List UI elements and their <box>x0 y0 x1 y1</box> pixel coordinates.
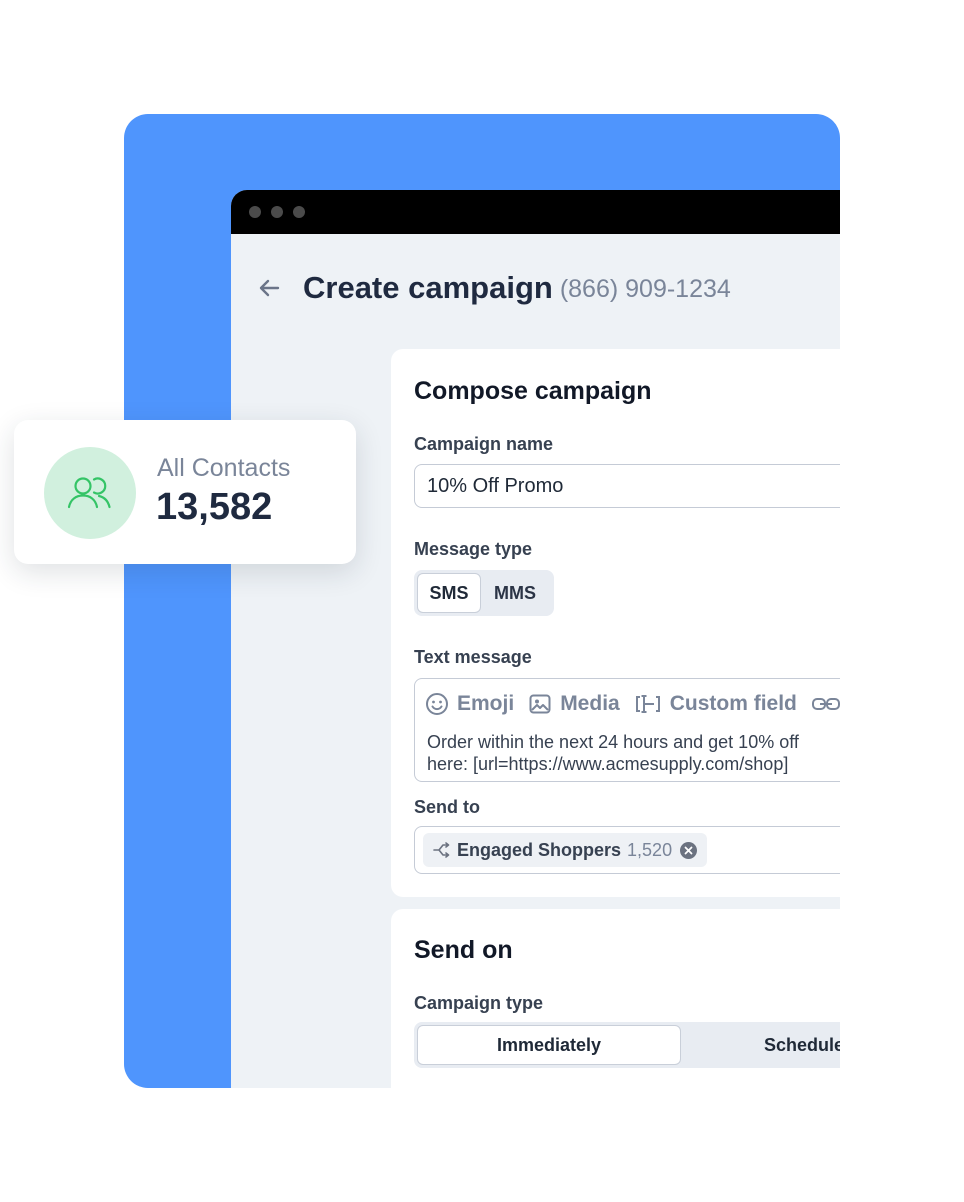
all-contacts-card: All Contacts 13,582 <box>14 420 356 564</box>
send-to-label: Send to <box>414 797 480 817</box>
custom-field-button[interactable]: Custom field <box>634 692 797 716</box>
page-header: Create campaign (866) 909-1234 <box>257 268 731 308</box>
back-arrow-icon[interactable] <box>257 276 281 300</box>
text-message-label: Text message <box>414 647 532 667</box>
app-window: Create campaign (866) 909-1234 Compose c… <box>231 190 840 1088</box>
image-icon <box>529 694 551 714</box>
emoji-icon <box>426 693 448 715</box>
page-title: Create campaign <box>303 270 553 305</box>
message-line-1: Order within the next 24 hours and get 1… <box>427 732 799 752</box>
send-to-input[interactable]: Engaged Shoppers 1,520 <box>414 826 840 874</box>
window-dot-close[interactable] <box>249 206 261 218</box>
link-icon <box>811 698 840 710</box>
campaign-type-schedule-button[interactable]: Schedule <box>764 1025 840 1065</box>
send-on-card: Send on Campaign type Immediately Schedu… <box>391 909 840 1088</box>
users-icon <box>67 477 111 509</box>
campaign-type-label: Campaign type <box>414 993 544 1013</box>
window-dot-minimize[interactable] <box>271 206 283 218</box>
window-titlebar <box>231 190 840 234</box>
message-type-sms-button[interactable]: SMS <box>417 573 481 613</box>
text-message-content: Order within the next 24 hours and get 1… <box>427 731 840 775</box>
media-button[interactable]: Media <box>528 692 620 716</box>
custom-field-icon <box>635 695 660 713</box>
window-dot-maximize[interactable] <box>293 206 305 218</box>
all-contacts-count: 13,582 <box>156 486 273 528</box>
campaign-type-immediately-button[interactable]: Immediately <box>417 1025 681 1065</box>
custom-field-label: Custom field <box>669 692 797 715</box>
message-line-2: here: [url=https://www.acmesupply.com/sh… <box>427 754 789 774</box>
emoji-label: Emoji <box>457 692 515 715</box>
segment-icon <box>433 842 450 858</box>
campaign-name-label: Campaign name <box>414 434 554 454</box>
message-type-selector: SMS MMS <box>414 570 554 616</box>
message-type-label: Message type <box>414 539 533 559</box>
media-label: Media <box>560 692 620 715</box>
remove-chip-icon[interactable] <box>680 841 698 859</box>
compose-campaign-card: Compose campaign Campaign name 10% Off P… <box>391 349 840 897</box>
text-message-editor[interactable]: Emoji Media Custom field Order within th… <box>414 678 840 782</box>
page-phone-number: (866) 909-1234 <box>559 274 731 303</box>
all-contacts-label: All Contacts <box>157 454 291 482</box>
message-type-mms-button[interactable]: MMS <box>481 573 549 613</box>
link-button[interactable] <box>811 692 840 716</box>
send-to-chip-label: Engaged Shoppers <box>457 839 622 860</box>
campaign-name-input[interactable]: 10% Off Promo <box>414 464 840 508</box>
campaign-type-selector: Immediately Schedule <box>414 1022 840 1068</box>
contacts-avatar <box>44 447 136 539</box>
emoji-button[interactable]: Emoji <box>425 692 514 716</box>
compose-campaign-title: Compose campaign <box>414 377 652 405</box>
send-to-chip-count: 1,520 <box>627 839 673 860</box>
send-to-chip[interactable]: Engaged Shoppers 1,520 <box>423 833 708 867</box>
message-toolbar: Emoji Media Custom field <box>425 692 840 716</box>
send-on-title: Send on <box>414 936 513 964</box>
